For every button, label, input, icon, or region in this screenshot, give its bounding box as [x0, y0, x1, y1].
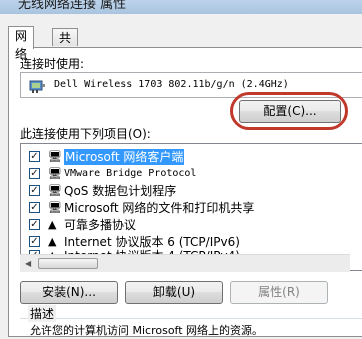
description-label: 描述: [28, 305, 57, 322]
item-checkbox[interactable]: ✓: [29, 185, 40, 196]
horizontal-scrollbar[interactable]: ◀: [20, 254, 350, 272]
items-label: 此连接使用下列项目(O):: [20, 127, 151, 141]
item-checkbox[interactable]: ✓: [29, 236, 40, 247]
scroll-left-icon[interactable]: ◀: [25, 259, 31, 268]
item-checkbox[interactable]: ✓: [29, 168, 40, 179]
uninstall-button[interactable]: 卸载(U): [125, 281, 223, 304]
item-checkbox[interactable]: ✓: [29, 219, 40, 230]
tab-network[interactable]: 网络: [8, 26, 35, 61]
properties-button: 属性(R): [230, 281, 328, 304]
item-label: VMware Bridge Protocol: [64, 168, 197, 179]
item-label: Microsoft 网络客户端: [64, 149, 185, 165]
connect-using-label: 连接时使用:: [20, 57, 85, 71]
scrollbar-thumb[interactable]: [38, 258, 98, 269]
components-list[interactable]: ✓ 🖥 Microsoft 网络客户端 ✓ 🖥 VMware Bridge Pr…: [20, 143, 362, 271]
list-item[interactable]: ✓ 🖥 Microsoft 网络的文件和打印机共享: [21, 200, 341, 216]
device-name: Dell Wireless 1703 802.11b/g/n (2.4GHz): [54, 79, 289, 90]
install-button[interactable]: 安装(N)...: [20, 281, 118, 304]
list-item[interactable]: ✓ ▲ 可靠多播协议: [21, 217, 341, 233]
network-client-icon: 🖥: [48, 167, 62, 180]
item-label: Microsoft 网络的文件和打印机共享: [64, 201, 255, 215]
list-item[interactable]: ✓ 🖥 QoS 数据包计划程序: [21, 183, 341, 199]
list-item[interactable]: ✓ 🖥 Microsoft 网络客户端: [21, 149, 341, 165]
description-text: 允许您的计算机访问 Microsoft 网络上的资源。: [30, 324, 264, 337]
item-label: 可靠多播协议: [64, 218, 137, 232]
protocol-icon: ▲: [48, 235, 57, 248]
protocol-icon: ▲: [48, 218, 57, 231]
title-bar: 无线网络连接 属性: [0, 0, 362, 14]
list-item[interactable]: ✓ 🖥 VMware Bridge Protocol: [21, 166, 341, 182]
network-client-icon: 🖥: [48, 150, 62, 163]
annotation-highlight-ring: [230, 92, 348, 130]
network-service-icon: 🖥: [48, 201, 62, 214]
window-title: 无线网络连接 属性: [18, 0, 127, 12]
tab-sharing[interactable]: 共享: [52, 28, 79, 63]
item-label: QoS 数据包计划程序: [64, 184, 177, 198]
item-checkbox[interactable]: ✓: [29, 151, 40, 162]
network-adapter-icon: [29, 80, 45, 93]
network-service-icon: 🖥: [48, 184, 62, 197]
item-checkbox[interactable]: ✓: [29, 202, 40, 213]
